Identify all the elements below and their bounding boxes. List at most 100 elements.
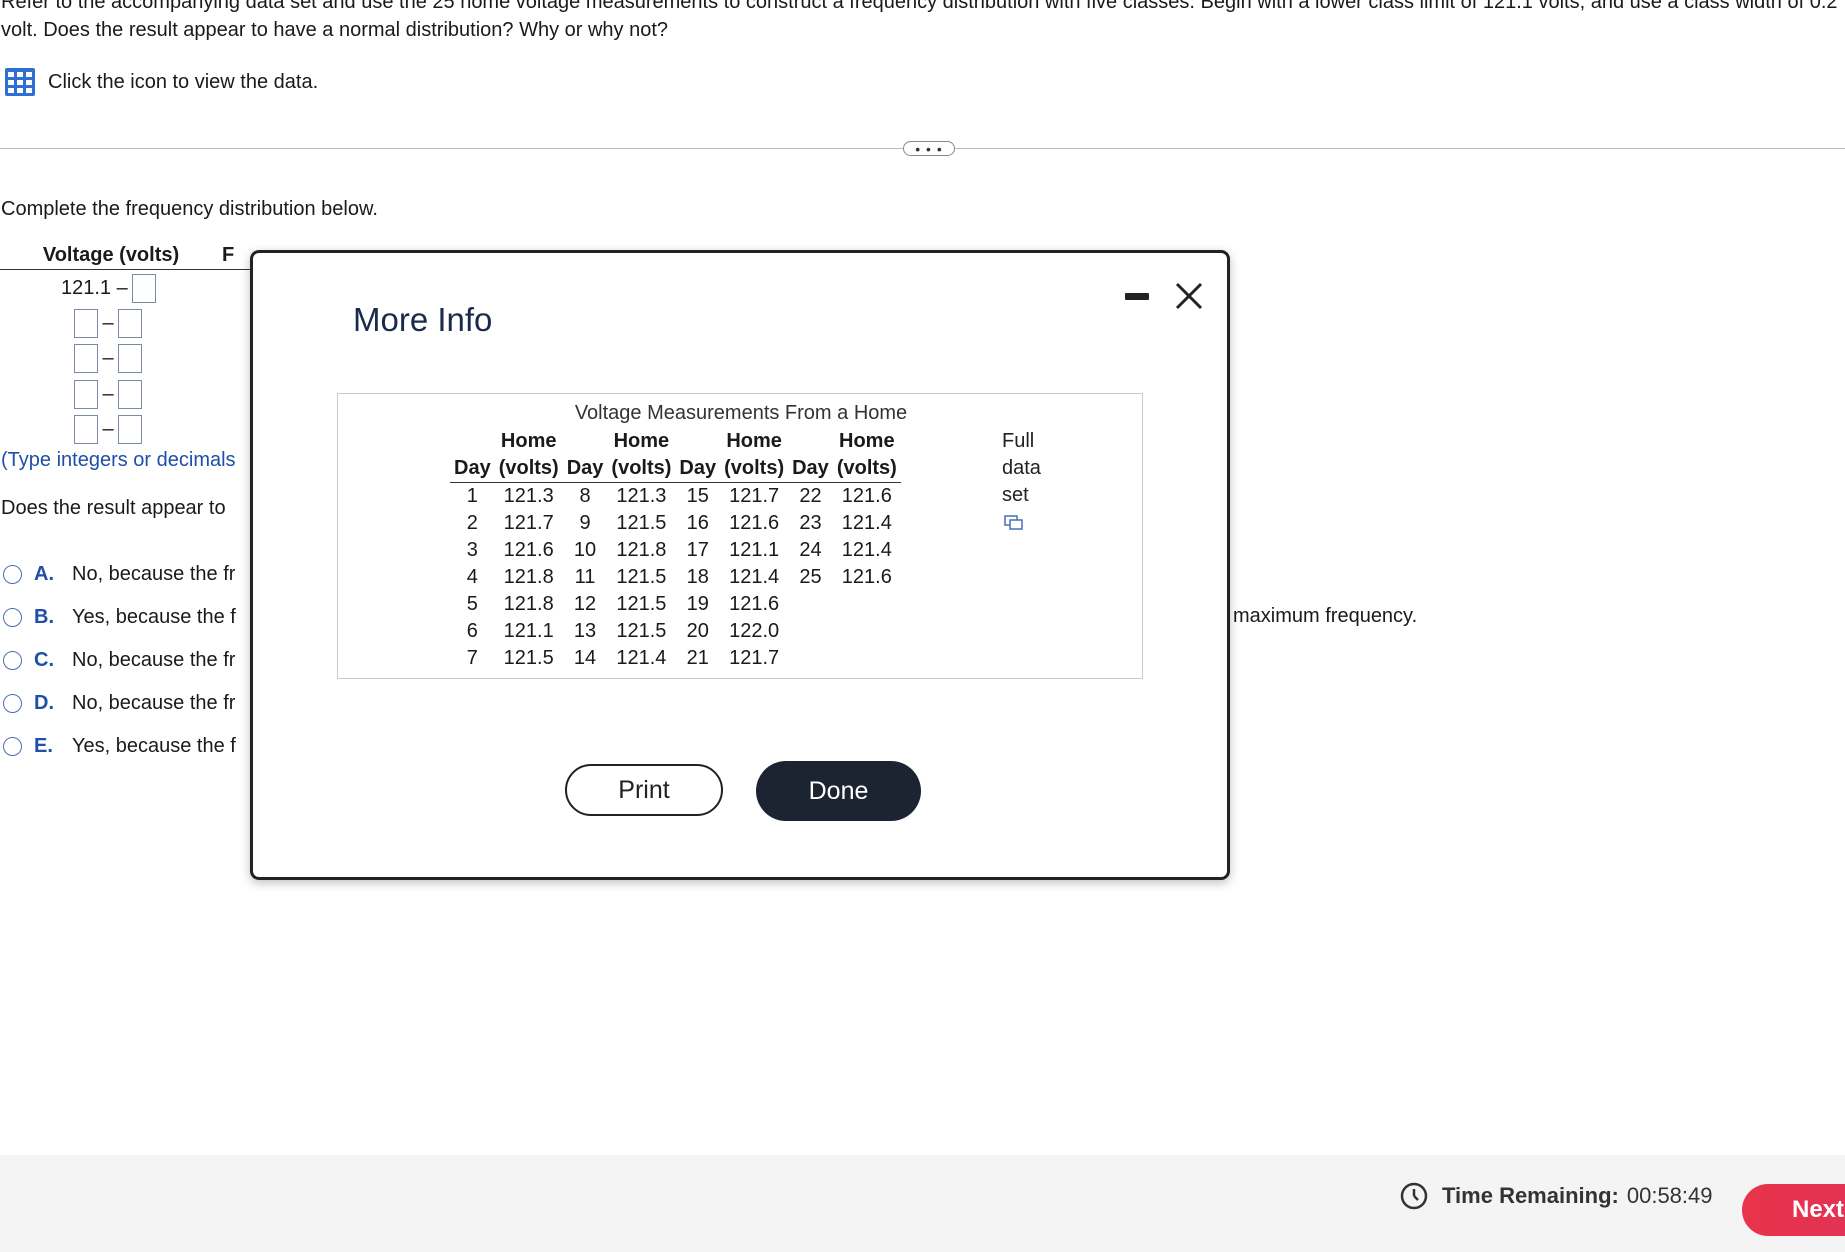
volts-column-header: (volts) <box>494 455 563 483</box>
more-info-dialog: More Info Voltage Measurements From a Ho… <box>250 250 1230 880</box>
option-e-radio[interactable] <box>3 737 22 756</box>
option-b-text-tail: maximum frequency. <box>1233 605 1418 627</box>
expand-collapse-button[interactable]: • • • <box>903 141 955 156</box>
option-b[interactable]: B. Yes, because the f <box>3 606 236 629</box>
table-cell: 121.5 <box>503 647 554 669</box>
table-cell: 121.4 <box>729 566 780 588</box>
option-c-letter: C. <box>34 649 54 671</box>
table-cell: 25 <box>799 566 822 588</box>
range-dash: – <box>102 312 114 334</box>
option-a-radio[interactable] <box>3 565 22 584</box>
close-icon[interactable] <box>1172 279 1206 313</box>
class-1-upper-input[interactable] <box>131 274 156 303</box>
option-d-text: No, because the fr <box>72 692 236 714</box>
option-e[interactable]: E. Yes, because the f <box>3 735 236 758</box>
class-2-upper-input[interactable] <box>118 309 142 338</box>
option-d-radio[interactable] <box>3 694 22 713</box>
question-text: Refer to the accompanying data set and u… <box>1 0 1838 41</box>
option-c-text: No, because the fr <box>72 649 236 671</box>
data-table-icon[interactable] <box>4 67 36 97</box>
table-row: 1 121.3 8 121.3 15 121.7 22 121.6 <box>450 483 901 511</box>
copy-icon[interactable] <box>1004 515 1023 530</box>
class-3-lower-input[interactable] <box>74 344 98 373</box>
table-cell: 12 <box>573 593 597 615</box>
volts-column-header: (volts) <box>607 455 676 483</box>
option-d-letter: D. <box>34 692 54 714</box>
table-row: 3 121.6 10 121.8 17 121.1 24 121.4 <box>450 537 901 564</box>
option-d[interactable]: D. No, because the fr <box>3 692 235 715</box>
timer-label: Time Remaining: <box>1442 1183 1619 1208</box>
table-row: 2 121.7 9 121.5 16 121.6 23 121.4 <box>450 510 901 537</box>
option-b-text: Yes, because the f <box>72 606 236 628</box>
option-c-radio[interactable] <box>3 651 22 670</box>
table-cell: 10 <box>573 539 597 561</box>
table-cell: 3 <box>466 539 478 561</box>
option-e-text: Yes, because the f <box>72 735 236 757</box>
timer-value: 00:58:49 <box>1626 1183 1713 1208</box>
view-data-label[interactable]: Click the icon to view the data. <box>48 71 318 94</box>
view-data-link[interactable]: Click the icon to view the data. <box>4 67 318 97</box>
voltage-data-table: Home Home Home Home Day (volts) Day (vol… <box>450 428 901 672</box>
table-cell: 6 <box>466 620 478 642</box>
day-column-header: Day <box>562 455 608 483</box>
option-c[interactable]: C. No, because the fr <box>3 649 235 672</box>
table-cell: 7 <box>466 647 478 669</box>
table-cell: 8 <box>579 485 591 507</box>
volts-column-header: (volts) <box>720 455 789 483</box>
column-header <box>788 428 833 455</box>
column-header <box>563 428 608 455</box>
table-cell: 17 <box>686 539 709 561</box>
print-button[interactable]: Print <box>565 764 723 816</box>
class-4-upper-input[interactable] <box>118 380 142 409</box>
table-cell: 18 <box>686 566 709 588</box>
option-a[interactable]: A. No, because the fr <box>3 563 235 586</box>
freq-table-header: Voltage (volts) F <box>0 244 250 270</box>
class-2-lower-input[interactable] <box>74 309 98 338</box>
column-header: Home <box>839 430 895 452</box>
full-data-word: data <box>1002 457 1041 479</box>
column-header: Home <box>726 430 782 452</box>
day-column-header: Day <box>788 455 833 483</box>
table-cell: 121.1 <box>503 620 554 642</box>
table-cell: 121.6 <box>841 566 892 588</box>
table-cell: 121.6 <box>729 593 780 615</box>
voltage-column-header: Voltage (volts) <box>42 244 180 266</box>
table-cell: 121.8 <box>503 593 554 615</box>
table-cell: 121.8 <box>503 566 554 588</box>
table-cell: 21 <box>686 647 709 669</box>
range-dash: – <box>102 383 114 405</box>
table-cell: 121.1 <box>729 539 780 561</box>
table-cell <box>788 591 833 618</box>
data-table-title: Voltage Measurements From a Home <box>574 402 908 424</box>
table-cell <box>788 618 833 645</box>
table-cell: 11 <box>574 566 596 588</box>
class-4-lower-input[interactable] <box>74 380 98 409</box>
dialog-title: More Info <box>353 301 493 338</box>
next-button[interactable]: Next <box>1742 1184 1845 1236</box>
table-cell: 121.4 <box>616 647 667 669</box>
done-button[interactable]: Done <box>756 761 921 821</box>
class-5-upper-input[interactable] <box>118 415 142 444</box>
table-cell: 15 <box>686 485 709 507</box>
table-cell: 20 <box>686 620 709 642</box>
minimize-icon[interactable] <box>1125 293 1149 300</box>
full-data-word: set <box>1002 484 1029 506</box>
range-dash: – <box>102 418 114 440</box>
table-cell: 121.4 <box>841 512 892 534</box>
option-b-radio[interactable] <box>3 608 22 627</box>
table-cell: 121.5 <box>616 512 667 534</box>
option-a-letter: A. <box>34 563 54 585</box>
table-cell: 9 <box>579 512 591 534</box>
table-cell: 121.5 <box>616 593 667 615</box>
day-column-header: Day <box>450 455 495 483</box>
class-5-lower-input[interactable] <box>74 415 98 444</box>
normality-question: Does the result appear to <box>1 497 226 519</box>
table-cell: 121.6 <box>841 485 892 507</box>
table-cell: 22 <box>799 485 822 507</box>
full-data-set-link[interactable]: Full data set <box>1002 428 1041 536</box>
column-header <box>450 428 495 455</box>
class-3-upper-input[interactable] <box>118 344 142 373</box>
table-cell: 121.3 <box>616 485 667 507</box>
table-cell: 121.6 <box>729 512 780 534</box>
column-header <box>675 428 720 455</box>
